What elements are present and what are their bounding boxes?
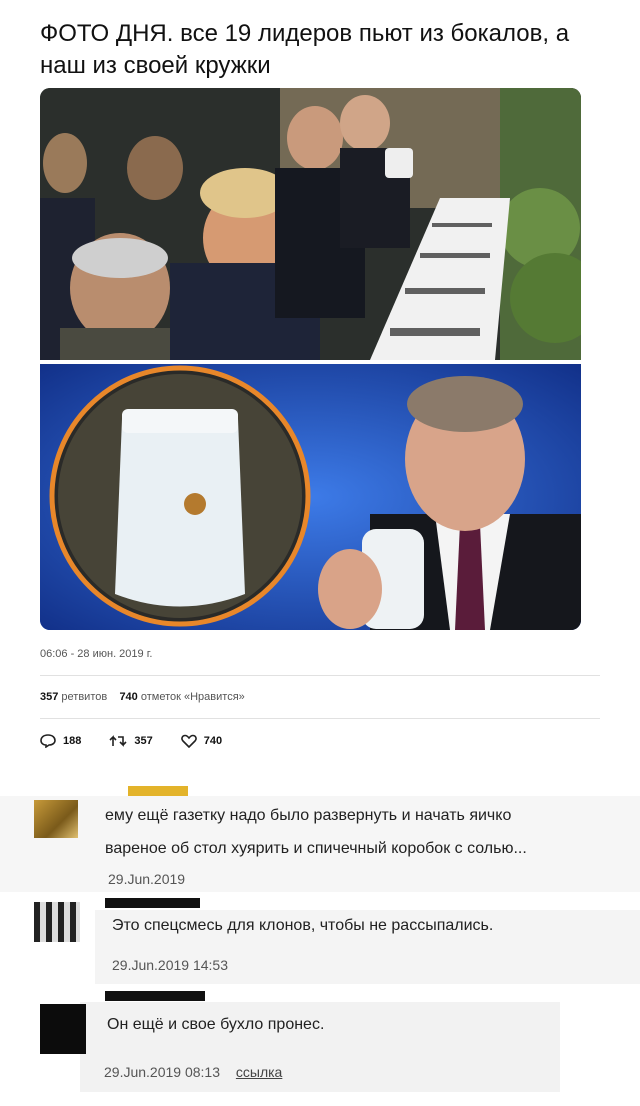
- censored-name-bar: [128, 786, 188, 796]
- tweet-title: ФОТО ДНЯ. все 19 лидеров пьют из бокалов…: [40, 20, 570, 79]
- reply-count: 188: [63, 735, 82, 747]
- divider: [40, 675, 600, 676]
- photo-leaders-table: [40, 88, 581, 360]
- comment-text: вареное об стол хуярить и спичечный коро…: [105, 840, 527, 857]
- comment-avatar[interactable]: [34, 902, 80, 942]
- comment-date: 29.Jun.2019: [108, 871, 186, 887]
- comment-avatar[interactable]: [34, 800, 78, 838]
- leaders-table-illustration: [40, 88, 581, 360]
- comment-avatar[interactable]: [40, 1004, 86, 1054]
- comment-text: Это спецсмесь для клонов, чтобы не рассы…: [112, 917, 494, 934]
- tweet-stats: 357 ретвитов 740 отметок «Нравится»: [40, 691, 245, 703]
- retweet-icon: [109, 735, 127, 747]
- studio-mug-illustration: [40, 364, 581, 630]
- tweet-timestamp[interactable]: 06:06 - 28 июн. 2019 г.: [40, 648, 152, 660]
- comment-text: ему ещё газетку надо было развернуть и н…: [105, 807, 512, 824]
- comment-text: Он ещё и свое бухло пронес.: [107, 1016, 325, 1033]
- heart-icon: [180, 734, 197, 748]
- photo-studio-mug: [40, 364, 581, 630]
- censored-name-bar: [105, 898, 200, 908]
- tweet-actions: 188 357 740: [40, 734, 222, 748]
- divider: [40, 718, 600, 719]
- like-button[interactable]: 740: [180, 734, 223, 748]
- retweet-button[interactable]: 357: [109, 734, 153, 748]
- like-count: 740: [203, 735, 223, 747]
- reply-button[interactable]: 188: [40, 734, 81, 748]
- comment-date: 29.Jun.2019 08:13: [104, 1064, 220, 1080]
- censored-name-bar: [105, 991, 205, 1001]
- likes-label[interactable]: отметок «Нравится»: [141, 691, 245, 703]
- retweets-count[interactable]: 357: [40, 691, 58, 703]
- comment-date-row: 29.Jun.2019 08:13 ссылка: [104, 1064, 282, 1080]
- reply-icon: [40, 734, 56, 748]
- retweet-count: 357: [134, 735, 153, 747]
- comment-date: 29.Jun.2019 14:53: [112, 957, 228, 973]
- retweets-label[interactable]: ретвитов: [61, 691, 107, 703]
- comment-link[interactable]: ссылка: [236, 1064, 282, 1080]
- likes-count[interactable]: 740: [119, 691, 137, 703]
